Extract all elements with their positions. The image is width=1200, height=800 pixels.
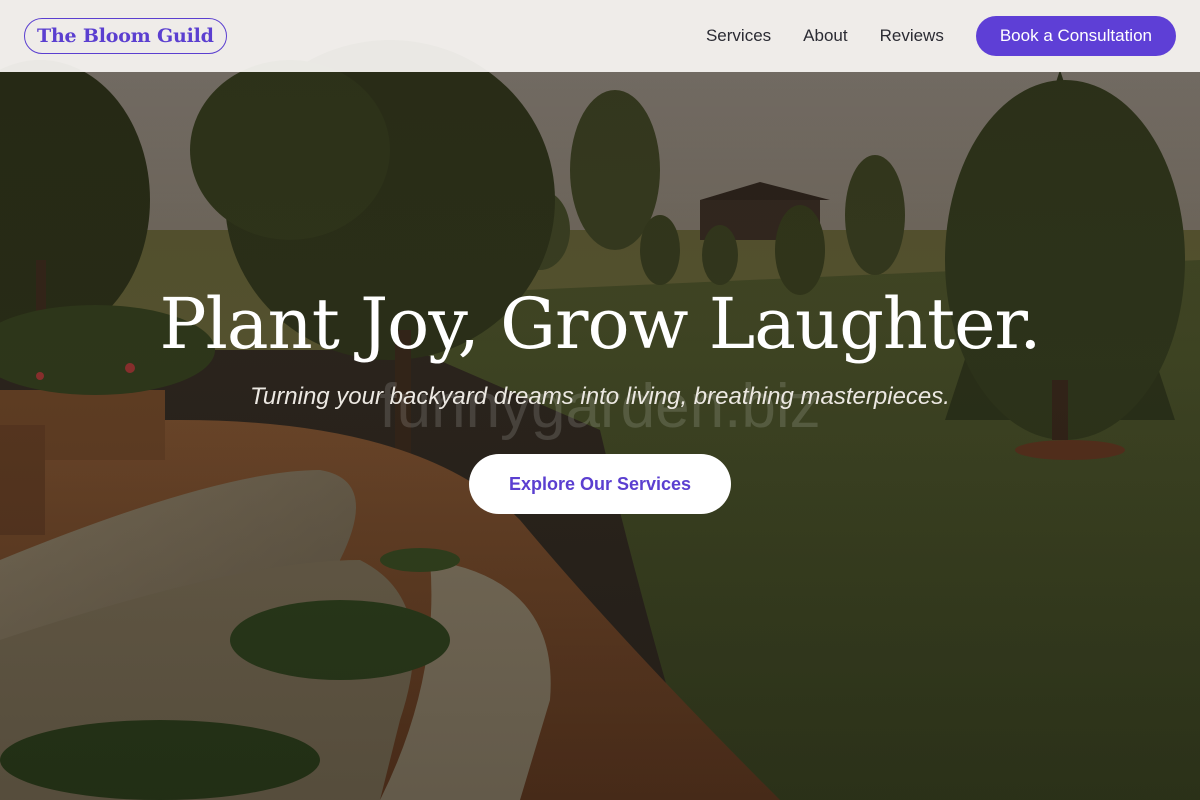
- nav-link-services[interactable]: Services: [706, 26, 771, 46]
- explore-services-button[interactable]: Explore Our Services: [469, 454, 731, 514]
- hero-section: funnygarden.biz Plant Joy, Grow Laughter…: [0, 72, 1200, 800]
- brand-logo[interactable]: The Bloom Guild: [24, 18, 227, 54]
- book-consultation-button[interactable]: Book a Consultation: [975, 16, 1176, 56]
- hero-subtitle: Turning your backyard dreams into living…: [250, 383, 950, 410]
- hero-title: Plant Joy, Grow Laughter.: [159, 283, 1041, 365]
- nav-link-about[interactable]: About: [803, 26, 847, 46]
- site-header: The Bloom Guild Services About Reviews B…: [0, 0, 1200, 72]
- main-nav: Services About Reviews Book a Consultati…: [706, 16, 1176, 56]
- landing-page: The Bloom Guild Services About Reviews B…: [0, 0, 1200, 800]
- nav-link-reviews[interactable]: Reviews: [880, 26, 944, 46]
